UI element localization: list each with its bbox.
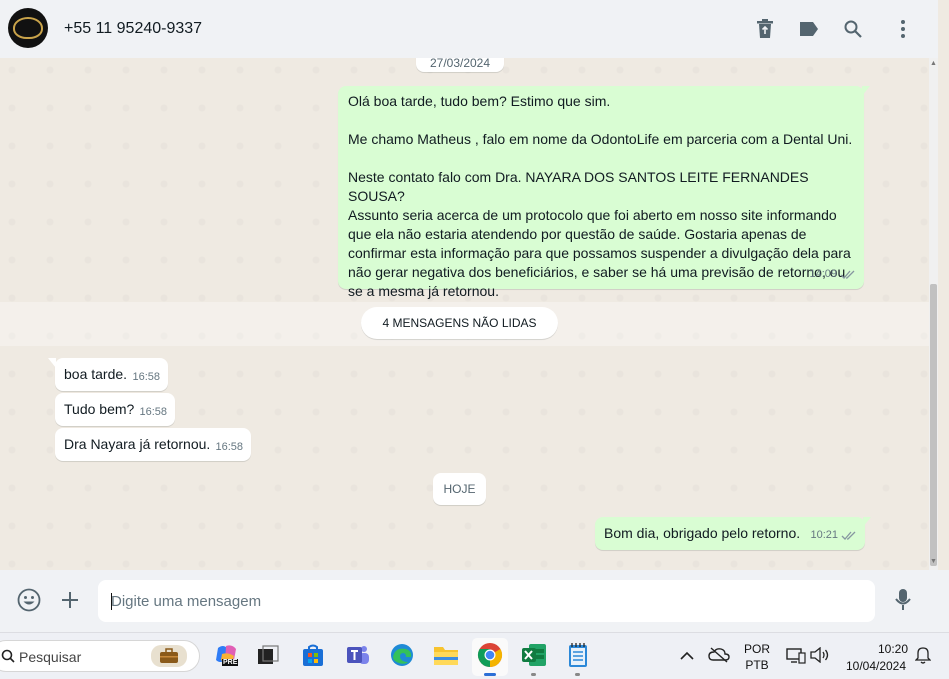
notepad-icon[interactable]	[564, 641, 592, 669]
copilot-icon[interactable]: PRE	[213, 641, 241, 669]
search-icon	[1, 649, 15, 663]
volume-icon[interactable]	[808, 643, 832, 667]
message-time: 14:09	[809, 268, 837, 280]
outgoing-message[interactable]: Olá boa tarde, tudo bem? Estimo que sim.…	[338, 86, 864, 299]
excel-icon[interactable]	[520, 641, 548, 669]
bubble-tail	[48, 358, 56, 368]
chat-header: +55 11 95240-9337	[0, 0, 938, 58]
network-icon[interactable]	[784, 643, 808, 667]
file-explorer-icon[interactable]	[432, 641, 460, 669]
message-line: que ela não estaria atendendo por questã…	[348, 226, 807, 242]
date-chip-today: HOJE	[433, 473, 486, 505]
message-line: Neste contato falo com Dra. NAYARA DOS S…	[348, 169, 809, 204]
search-icon[interactable]	[840, 16, 866, 42]
outgoing-message[interactable]: Bom dia, obrigado pelo retorno. 10:21	[595, 517, 865, 550]
copilot-badge: PRE	[222, 659, 239, 666]
message-time: 16:58	[132, 371, 160, 383]
text-caret	[111, 593, 112, 610]
label-icon[interactable]	[796, 16, 822, 42]
message-line	[348, 111, 855, 130]
chat-scrollbar[interactable]: ▲ ▼	[929, 58, 938, 570]
language-top: POR	[743, 642, 770, 656]
scrollbar-thumb[interactable]	[930, 284, 937, 566]
bubble-tail	[862, 86, 870, 96]
language-indicator[interactable]: POR PTB	[742, 642, 772, 672]
contact-name[interactable]: +55 11 95240-9337	[64, 20, 202, 38]
message-line: Me chamo Matheus , falo em nome da Odont…	[348, 131, 853, 147]
briefcase-icon[interactable]	[151, 645, 187, 667]
message-time: 16:58	[139, 406, 167, 418]
delete-icon[interactable]	[752, 16, 778, 42]
message-text: Bom dia, obrigado pelo retorno.	[604, 525, 801, 541]
scroll-down-arrow-icon[interactable]: ▼	[930, 558, 937, 565]
message-time: 10:21	[810, 529, 838, 541]
double-check-icon	[841, 531, 856, 540]
message-line	[348, 149, 855, 168]
running-indicator	[575, 673, 580, 676]
chevron-up-icon[interactable]	[675, 643, 699, 667]
chrome-icon[interactable]	[476, 641, 504, 669]
message-line: se a mesma já retornou.	[348, 283, 499, 299]
emoji-icon[interactable]	[15, 586, 43, 614]
incoming-message[interactable]: Tudo bem? 16:58	[55, 393, 175, 426]
contact-avatar[interactable]	[8, 8, 48, 48]
task-view-icon[interactable]	[254, 641, 282, 669]
active-indicator	[484, 673, 496, 676]
edge-icon[interactable]	[388, 641, 416, 669]
clock-date: 10/04/2024	[845, 659, 907, 673]
incoming-message[interactable]: Dra Nayara já retornou. 16:58	[55, 428, 251, 461]
language-bottom: PTB	[745, 658, 769, 672]
double-check-icon	[840, 270, 855, 279]
message-meta: 10:21	[810, 526, 857, 545]
system-clock[interactable]: 10:20 10/04/2024	[838, 642, 914, 673]
date-chip-label: 27/03/2024	[429, 58, 491, 70]
microsoft-store-icon[interactable]	[299, 641, 327, 669]
date-chip: 27/03/2024	[416, 58, 504, 72]
microphone-icon[interactable]	[889, 586, 917, 614]
taskbar-search[interactable]: Pesquisar	[0, 640, 200, 672]
avatar-logo	[13, 17, 43, 39]
message-line: não gerar negativa dos beneficiários, e …	[348, 264, 846, 280]
bubble-tail	[863, 517, 871, 527]
message-line: confirmar esta informação para que possa…	[348, 245, 851, 261]
message-composer	[0, 570, 949, 632]
date-chip-label: HOJE	[443, 482, 476, 496]
search-label: Pesquisar	[19, 649, 82, 665]
incoming-message[interactable]: boa tarde. 16:58	[55, 358, 168, 391]
message-time: 16:58	[215, 441, 243, 453]
clock-time: 10:20	[877, 642, 908, 656]
onedrive-offline-icon[interactable]	[706, 643, 732, 667]
running-indicator	[531, 673, 536, 676]
message-input[interactable]	[98, 580, 875, 622]
message-list[interactable]: 27/03/2024 Olá boa tarde, tudo bem? Esti…	[0, 58, 938, 570]
menu-icon[interactable]	[890, 16, 916, 42]
message-meta: 14:09	[809, 265, 856, 284]
scroll-up-arrow-icon[interactable]: ▲	[930, 60, 937, 67]
notification-bell-icon[interactable]	[912, 643, 934, 667]
attach-plus-icon[interactable]	[56, 586, 84, 614]
message-text: Dra Nayara já retornou.	[64, 436, 211, 452]
message-text: boa tarde.	[64, 366, 128, 382]
teams-icon[interactable]	[344, 641, 372, 669]
message-line: Olá boa tarde, tudo bem? Estimo que sim.	[348, 93, 611, 109]
message-text: Tudo bem?	[64, 401, 135, 417]
message-line: Assunto seria acerca de um protocolo que…	[348, 207, 837, 223]
unread-messages-badge: 4 MENSAGENS NÃO LIDAS	[361, 307, 558, 339]
